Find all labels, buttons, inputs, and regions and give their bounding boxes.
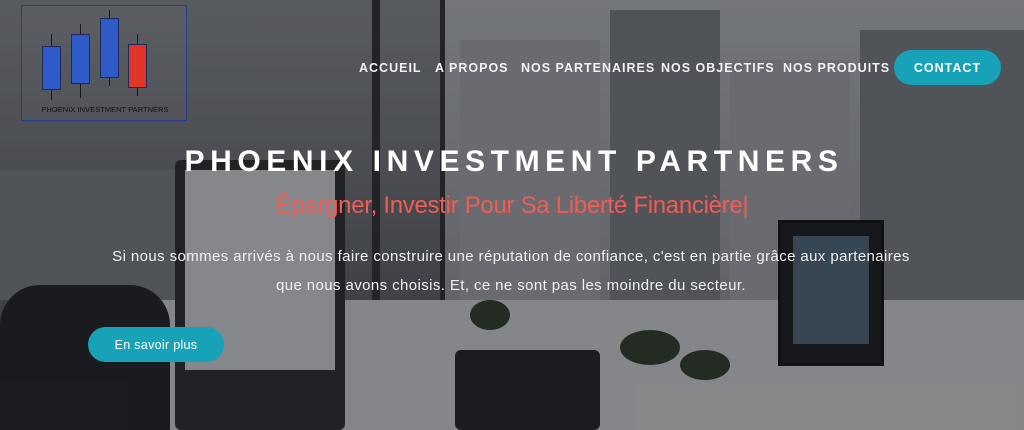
company-logo[interactable]: PHOENIX INVESTMENT PARTNERS <box>21 5 187 121</box>
candlestick-up-icon <box>71 24 90 98</box>
hero-tagline: Épargner, Investir Pour Sa Liberté Finan… <box>275 192 749 219</box>
candle-body <box>100 18 119 78</box>
nav-item-a-propos[interactable]: A PROPOS <box>435 61 509 75</box>
candlestick-up-icon <box>100 10 119 86</box>
candle-body <box>71 34 90 84</box>
hero-title: PHOENIX INVESTMENT PARTNERS <box>184 145 844 178</box>
nav-item-nos-produits[interactable]: NOS PRODUITS <box>783 61 890 75</box>
candlestick-down-icon <box>128 34 147 96</box>
hero-description: Si nous sommes arrivés à nous faire cons… <box>112 248 910 294</box>
nav-item-nos-partenaires[interactable]: NOS PARTENAIRES <box>521 61 655 75</box>
logo-text: PHOENIX INVESTMENT PARTNERS <box>41 105 169 114</box>
candlestick-up-icon <box>42 34 61 100</box>
nav-item-nos-objectifs[interactable]: NOS OBJECTIFS <box>661 61 775 75</box>
nav-item-accueil[interactable]: ACCUEIL <box>359 61 422 75</box>
candle-body <box>128 44 147 88</box>
candle-body <box>42 46 61 90</box>
contact-button[interactable]: CONTACT <box>894 50 1001 85</box>
learn-more-button[interactable]: En savoir plus <box>88 327 224 362</box>
